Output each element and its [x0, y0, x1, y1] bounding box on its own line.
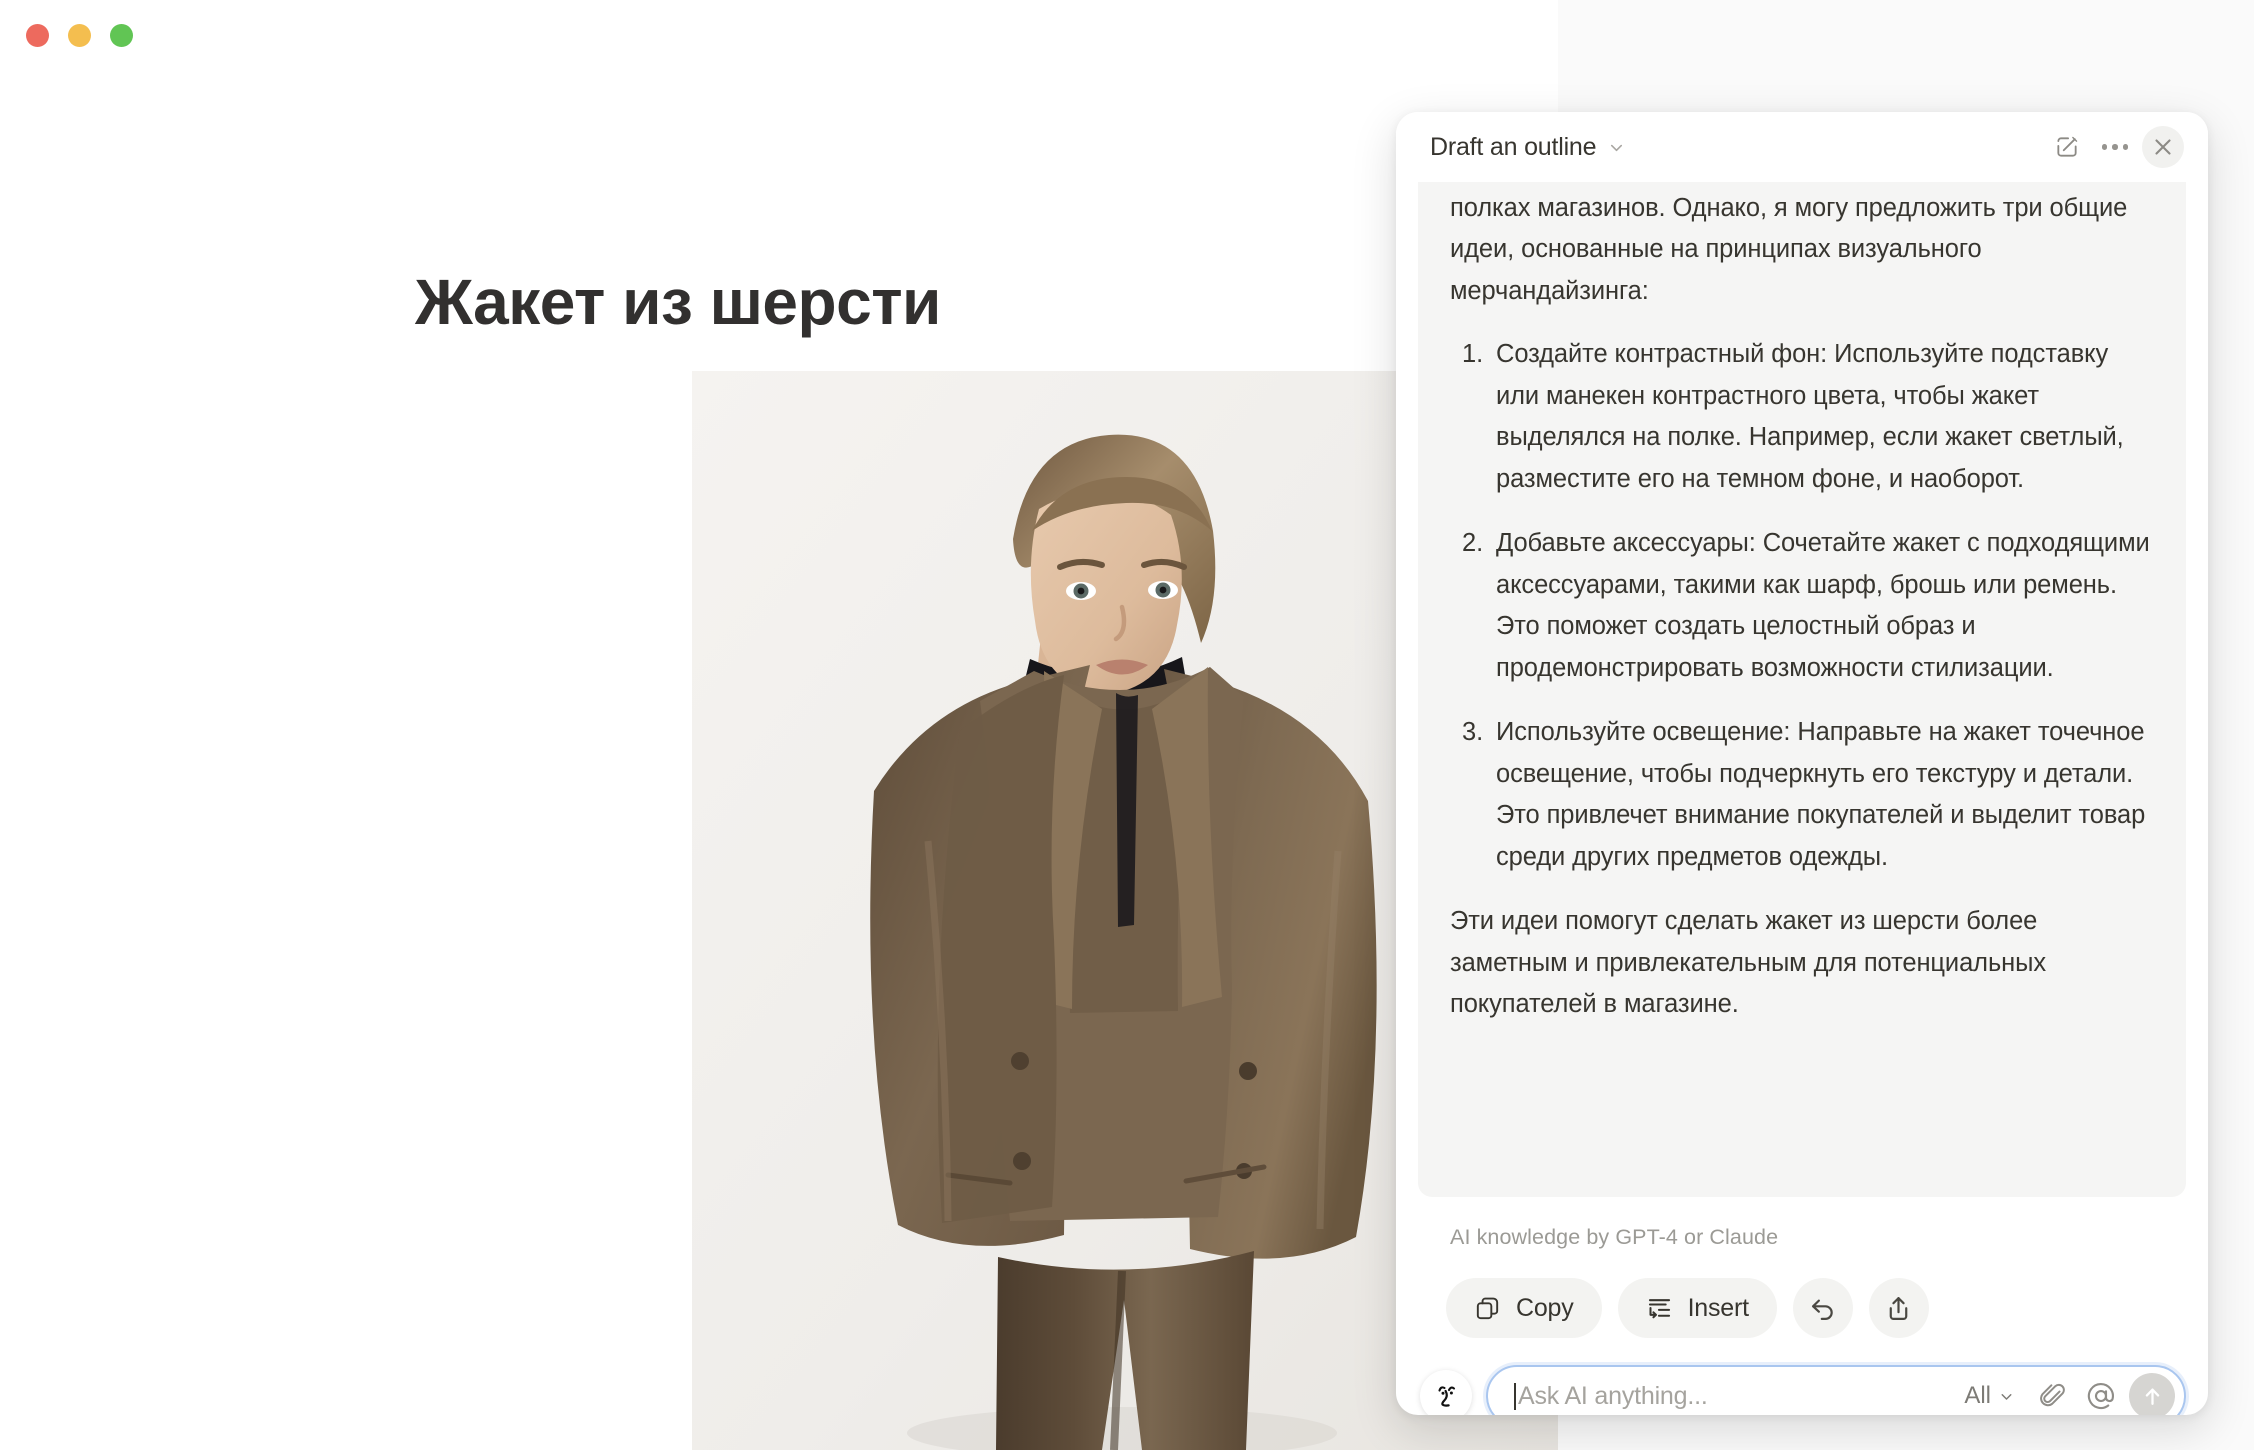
scope-dropdown-label: All: [1964, 1382, 1991, 1409]
more-options-icon[interactable]: [2094, 126, 2136, 168]
ai-composer: All: [1396, 1338, 2208, 1415]
paperclip-icon[interactable]: [2033, 1376, 2073, 1415]
list-item-text: Используйте освещение: Направьте на жаке…: [1496, 718, 2146, 871]
window-controls[interactable]: [26, 24, 133, 47]
copy-button[interactable]: Copy: [1446, 1278, 1602, 1338]
list-item: 2. Добавьте аксессуары: Сочетайте жакет …: [1450, 523, 2154, 689]
retry-button[interactable]: [1792, 1278, 1853, 1338]
answer-intro-paragraph: или о том, как сделать его более привлек…: [1450, 193, 2128, 305]
ai-answer-scroll-region[interactable]: или о том, как сделать его более привлек…: [1418, 182, 2186, 1197]
undo-arrow-icon: [1808, 1294, 1837, 1323]
answer-closing-paragraph: Эти идеи помогут сделать жакет из шерсти…: [1450, 907, 2046, 1018]
share-button[interactable]: [1868, 1278, 1929, 1338]
list-item-text: Добавьте аксессуары: Сочетайте жакет с п…: [1496, 529, 2150, 682]
copy-button-label: Copy: [1516, 1293, 1574, 1322]
ai-assistant-panel: Draft an outline полках магазинов. Однак…: [1396, 112, 2208, 1415]
page-title: Жакет из шерсти: [415, 266, 941, 338]
text-caret: [1514, 1382, 1516, 1410]
insert-button-label: Insert: [1687, 1293, 1750, 1322]
search-input[interactable]: [1518, 1381, 1965, 1411]
list-item-text: Создайте контрастный фон: Используйте по…: [1496, 340, 2124, 493]
answer-numbered-list: 1. Создайте контрастный фон: Используйте…: [1450, 334, 2154, 878]
app-window: Жакет из шерсти Draft an outline полках …: [0, 0, 2254, 1450]
window-close-button[interactable]: [26, 24, 49, 47]
scope-dropdown[interactable]: All: [1964, 1382, 2015, 1410]
list-item: 3. Используйте освещение: Направьте на ж…: [1450, 712, 2154, 878]
list-item-number: 2.: [1462, 529, 1484, 557]
list-item: 1. Создайте контрастный фон: Используйте…: [1450, 334, 2154, 500]
at-mention-icon[interactable]: [2081, 1376, 2121, 1415]
more-dots: [2101, 144, 2129, 150]
insert-icon: [1646, 1295, 1673, 1322]
share-icon: [1884, 1294, 1913, 1323]
chevron-down-icon[interactable]: [1607, 138, 1626, 157]
copy-icon: [1474, 1295, 1501, 1322]
ask-ai-input-wrapper[interactable]: All: [1486, 1365, 2186, 1415]
ai-panel-header: Draft an outline: [1396, 112, 2208, 182]
send-arrow-icon[interactable]: [2129, 1373, 2175, 1415]
ai-answer-content: или о том, как сделать его более привлек…: [1418, 182, 2186, 1052]
ai-assistant-avatar-icon[interactable]: [1420, 1370, 1472, 1415]
compose-icon[interactable]: [2046, 126, 2088, 168]
ai-panel-title: Draft an outline: [1430, 132, 1597, 161]
insert-button[interactable]: Insert: [1617, 1278, 1777, 1338]
close-icon[interactable]: [2142, 126, 2184, 168]
list-item-number: 1.: [1462, 340, 1484, 368]
window-minimize-button[interactable]: [68, 24, 91, 47]
window-maximize-button[interactable]: [110, 24, 133, 47]
ai-action-bar: Copy Insert: [1396, 1250, 2208, 1338]
ai-credit-label: AI knowledge by GPT-4 or Claude: [1450, 1225, 1779, 1249]
chevron-down-icon: [1998, 1388, 2015, 1405]
list-item-number: 3.: [1462, 718, 1484, 746]
